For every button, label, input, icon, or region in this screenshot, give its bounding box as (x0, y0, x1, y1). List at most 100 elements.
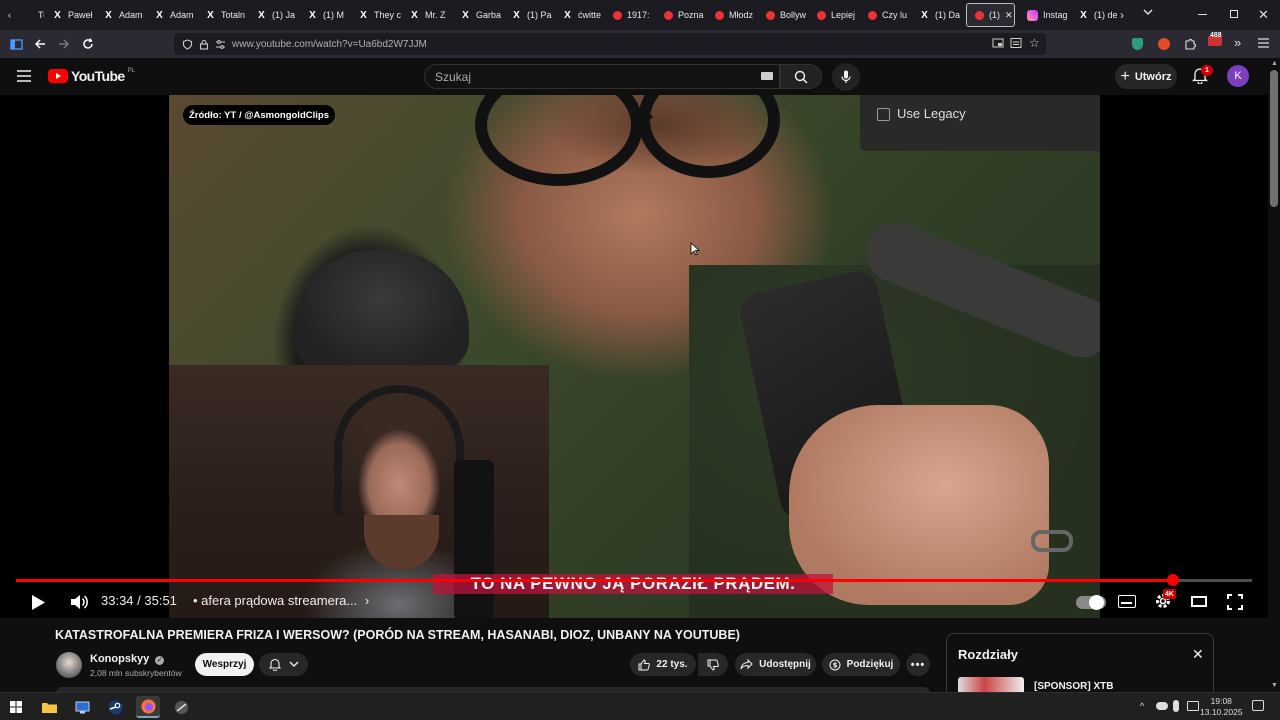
close-icon[interactable]: ✕ (1192, 646, 1204, 663)
browser-tab[interactable]: (1) ✕ (966, 3, 1015, 27)
page-scrollbar[interactable]: ▲ ▼ (1268, 58, 1280, 692)
remote-desktop-icon[interactable] (70, 696, 94, 718)
browser-tab[interactable]: Tu (14, 0, 44, 30)
url-text: www.youtube.com/watch?v=Ua6bd2W7JJM (232, 38, 427, 50)
browser-tab[interactable]: Pozna (656, 0, 707, 30)
browser-tab-title: (1) de (1094, 10, 1118, 20)
address-bar[interactable]: www.youtube.com/watch?v=Ua6bd2W7JJM ☆ (174, 33, 1046, 55)
browser-tab[interactable]: Xćwitte (554, 0, 605, 30)
browser-tab[interactable]: Lepiej (809, 0, 860, 30)
forward-button-icon[interactable] (52, 32, 76, 56)
reload-button-icon[interactable] (76, 32, 100, 56)
tab-scroll-left-icon[interactable]: ‹ (0, 0, 14, 30)
browser-tab[interactable]: X (1) Ja (248, 0, 299, 30)
tray-expand-chevron-icon[interactable]: ^ (1140, 701, 1144, 711)
windows-start-icon[interactable] (4, 696, 28, 718)
browser-tab[interactable]: X (1) Pa (503, 0, 554, 30)
browser-tab[interactable]: X Paweł (44, 0, 95, 30)
bookmark-star-icon[interactable]: ☆ (1029, 36, 1040, 50)
browser-tab[interactable]: X They c (350, 0, 401, 30)
reader-view-icon[interactable] (1010, 37, 1022, 49)
notification-center-icon[interactable] (1252, 700, 1264, 711)
youtube-header: YouTube PL Szukaj + Utwórz 1 K (0, 58, 1268, 95)
more-actions-button[interactable]: ••• (906, 653, 930, 676)
browser-tab[interactable]: Instag (1019, 0, 1070, 30)
youtube-logo[interactable]: YouTube PL (48, 68, 135, 84)
onedrive-cloud-icon[interactable] (1156, 702, 1168, 710)
microphone-icon (841, 70, 851, 83)
browser-tab[interactable]: X (1) Da (911, 0, 962, 30)
scrollbar-thumb[interactable] (1270, 70, 1278, 207)
steam-icon[interactable] (103, 696, 127, 718)
firefox-taskbar-icon[interactable] (136, 696, 160, 718)
browser-tab[interactable]: X Totaln (197, 0, 248, 30)
scroll-up-arrow-icon[interactable]: ▲ (1271, 60, 1278, 67)
guide-menu-icon[interactable] (17, 70, 31, 82)
tab-scroll-right-icon[interactable]: › (1120, 8, 1124, 22)
scroll-down-arrow-icon[interactable]: ▼ (1271, 682, 1278, 689)
minimize-window-icon[interactable] (1198, 14, 1207, 15)
dislike-button[interactable] (698, 653, 728, 676)
channel-name[interactable]: Konopskyy ✓ (90, 653, 165, 665)
browser-tab[interactable]: X Adam (95, 0, 146, 30)
theater-mode-icon[interactable] (1191, 596, 1207, 607)
browser-tab[interactable]: Czy lu (860, 0, 911, 30)
browser-tab[interactable]: Bollyw (758, 0, 809, 30)
restore-window-icon[interactable] (1230, 10, 1238, 18)
keyboard-icon[interactable] (761, 72, 773, 80)
search-input[interactable]: Szukaj (424, 64, 780, 89)
tab-close-icon[interactable]: ✕ (1005, 10, 1013, 21)
thanks-button[interactable]: $ Podziękuj (822, 653, 900, 676)
clock-time: 19:08 (1210, 696, 1232, 706)
autoplay-toggle[interactable] (1076, 595, 1106, 610)
system-clock[interactable]: 19:08 13.10.2025 (1200, 696, 1243, 718)
chapter-title-link[interactable]: • afera prądowa streamera... › (193, 593, 369, 608)
account-avatar[interactable]: K (1227, 65, 1249, 87)
chapter-item-label[interactable]: [SPONSOR] XTB (1034, 681, 1113, 692)
app-menu-icon[interactable] (1258, 38, 1269, 48)
video-player[interactable]: Źródło: YT / @AsmongoldClips Use Legacy … (0, 95, 1268, 618)
subscription-bell-button[interactable] (259, 653, 308, 676)
fullscreen-icon[interactable] (1227, 594, 1243, 610)
progress-bar[interactable] (16, 574, 1252, 586)
subtitles-icon[interactable] (1118, 595, 1136, 608)
x-logo-icon: X (105, 9, 112, 21)
browser-tab[interactable]: X Mr. Z (401, 0, 452, 30)
share-button[interactable]: Udostępnij (735, 653, 816, 676)
progress-scrubber-handle[interactable] (1166, 574, 1179, 586)
browser-tab[interactable]: 1917: (605, 0, 656, 30)
create-button[interactable]: + Utwórz (1115, 64, 1177, 89)
browser-tab[interactable]: X (1) M (299, 0, 350, 30)
sidebar-toggle-icon[interactable] (4, 32, 28, 56)
search-button[interactable] (780, 64, 822, 89)
browser-tab[interactable]: X (1) de (1070, 0, 1121, 30)
browser-tab-title: ćwitte (578, 10, 602, 20)
like-button[interactable]: 22 tys. (630, 653, 696, 676)
browser-tab[interactable]: Młodz (707, 0, 758, 30)
close-window-icon[interactable]: ✕ (1258, 7, 1269, 23)
tab-list-dropdown-icon[interactable] (1142, 6, 1154, 18)
network-icon[interactable] (1187, 701, 1199, 711)
microphone-tray-icon[interactable] (1173, 700, 1179, 712)
privacy-extension-icon[interactable] (1132, 38, 1143, 50)
youtube-icon (868, 10, 877, 20)
misc-app-icon[interactable] (169, 696, 193, 718)
browser-tab-title: (1) Pa (527, 10, 552, 20)
browser-tab[interactable]: X Garba (452, 0, 503, 30)
browser-tab[interactable]: X Adam (146, 0, 197, 30)
use-legacy-checkbox[interactable] (877, 108, 890, 121)
picture-in-picture-icon[interactable] (992, 37, 1004, 49)
share-label: Udostępnij (759, 659, 811, 670)
play-icon[interactable] (31, 594, 46, 611)
volume-icon[interactable] (70, 594, 88, 610)
extensions-puzzle-icon[interactable] (1184, 37, 1197, 50)
browser-tab-title: Lepiej (831, 10, 856, 20)
channel-avatar[interactable] (56, 652, 82, 678)
back-button-icon[interactable] (28, 32, 52, 56)
voice-search-button[interactable] (832, 63, 860, 91)
extension-icon[interactable] (1158, 38, 1170, 50)
support-button[interactable]: Wesprzyj (195, 653, 254, 676)
overflow-chevrons-icon[interactable]: » (1234, 35, 1241, 50)
x-logo-icon: X (513, 9, 520, 21)
file-explorer-icon[interactable] (37, 696, 61, 718)
